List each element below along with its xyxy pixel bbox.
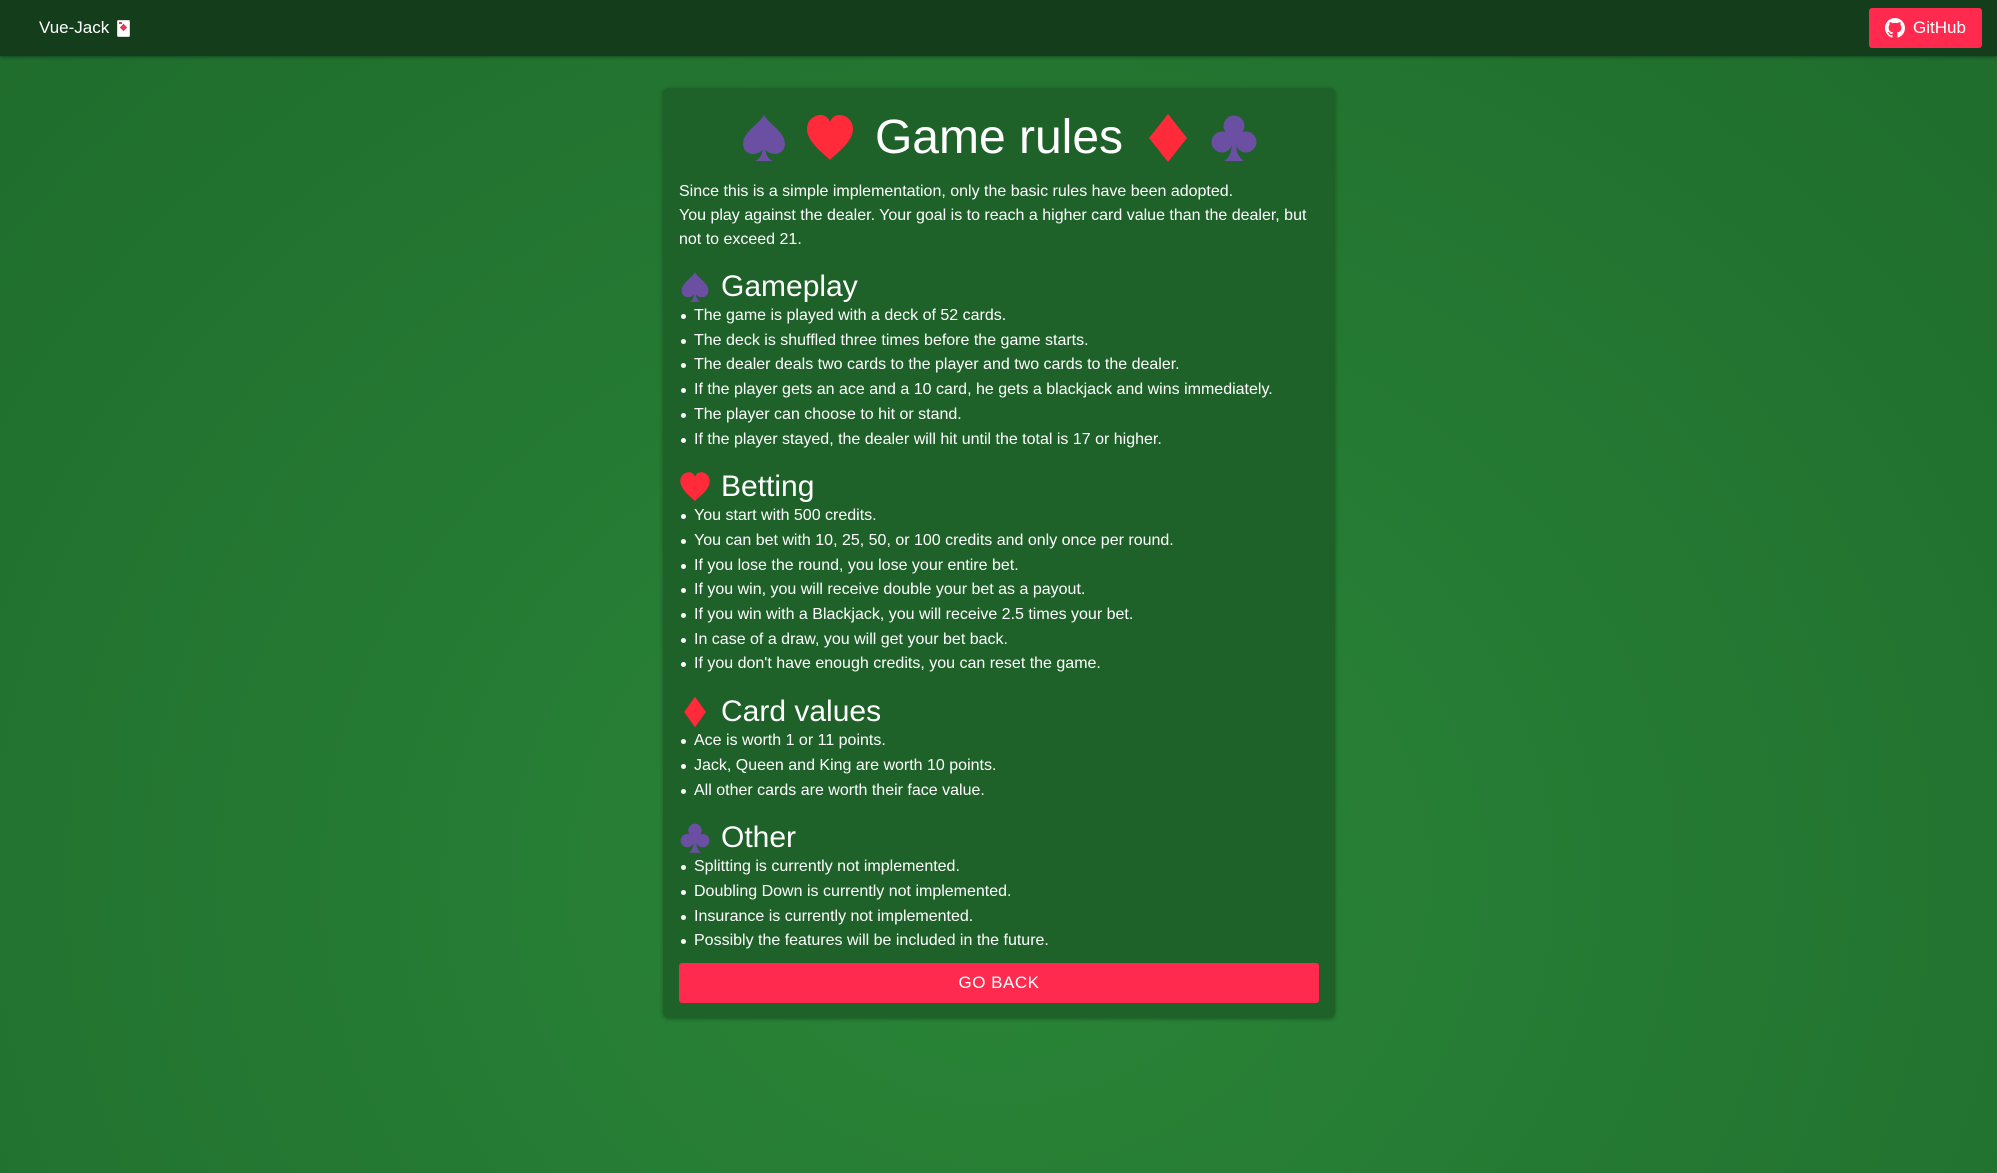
heart-icon bbox=[806, 115, 853, 160]
intro-line: Since this is a simple implementation, o… bbox=[679, 183, 1234, 200]
list-item: If you don't have enough credits, you ca… bbox=[679, 652, 1319, 677]
github-icon bbox=[1885, 18, 1906, 38]
list-item: If the player gets an ace and a 10 card,… bbox=[679, 378, 1319, 403]
list-item: If you win, you will receive double your… bbox=[679, 578, 1319, 603]
list-item: Splitting is currently not implemented. bbox=[679, 855, 1319, 880]
intro-text: Since this is a simple implementation, o… bbox=[679, 180, 1319, 252]
list-item: The game is played with a deck of 52 car… bbox=[679, 304, 1319, 329]
section-heading-betting: Betting bbox=[679, 470, 1319, 504]
rules-card: Game rules Since this is a simple implem… bbox=[663, 88, 1335, 1018]
card-values-list: Ace is worth 1 or 11 points. Jack, Queen… bbox=[679, 729, 1319, 803]
club-icon bbox=[1211, 115, 1257, 161]
list-item: Possibly the features will be included i… bbox=[679, 929, 1319, 954]
list-item: Jack, Queen and King are worth 10 points… bbox=[679, 754, 1319, 779]
spade-icon bbox=[681, 272, 709, 302]
section-title: Gameplay bbox=[721, 270, 858, 303]
gameplay-list: The game is played with a deck of 52 car… bbox=[679, 304, 1319, 452]
section-title: Other bbox=[721, 821, 797, 855]
list-item: Insurance is currently not implemented. bbox=[679, 905, 1319, 930]
brand-link[interactable]: Vue-Jack bbox=[39, 17, 131, 39]
heart-icon bbox=[680, 472, 710, 502]
other-list: Splitting is currently not implemented. … bbox=[679, 855, 1319, 954]
list-item: The player can choose to hit or stand. bbox=[679, 403, 1319, 428]
spade-icon bbox=[742, 115, 785, 161]
go-back-button[interactable]: GO BACK bbox=[679, 963, 1319, 1003]
intro-line: You play against the dealer. Your goal i… bbox=[679, 207, 1307, 248]
title-row: Game rules bbox=[679, 96, 1319, 180]
betting-list: You start with 500 credits. You can bet … bbox=[679, 504, 1319, 677]
github-label: GitHub bbox=[1913, 18, 1966, 37]
brand-name: Vue-Jack bbox=[39, 18, 110, 37]
section-title: Betting bbox=[721, 470, 815, 504]
section-heading-card-values: Card values bbox=[679, 695, 1319, 729]
top-navbar: Vue-Jack GitHub bbox=[0, 0, 1997, 56]
github-button[interactable]: GitHub bbox=[1869, 8, 1982, 48]
list-item: The deck is shuffled three times before … bbox=[679, 329, 1319, 354]
list-item: In case of a draw, you will get your bet… bbox=[679, 628, 1319, 653]
list-item: The dealer deals two cards to the player… bbox=[679, 353, 1319, 378]
playing-card-icon bbox=[117, 19, 131, 37]
list-item: All other cards are worth their face val… bbox=[679, 779, 1319, 804]
list-item: You can bet with 10, 25, 50, or 100 cred… bbox=[679, 529, 1319, 554]
list-item: Ace is worth 1 or 11 points. bbox=[679, 729, 1319, 754]
list-item: If you win with a Blackjack, you will re… bbox=[679, 603, 1319, 628]
section-heading-other: Other bbox=[679, 821, 1319, 855]
list-item: If the player stayed, the dealer will hi… bbox=[679, 428, 1319, 453]
page-title: Game rules bbox=[874, 111, 1124, 164]
section-heading-gameplay: Gameplay bbox=[679, 270, 1319, 304]
list-item: You start with 500 credits. bbox=[679, 504, 1319, 529]
club-icon bbox=[680, 823, 710, 853]
diamond-icon bbox=[684, 696, 706, 728]
list-item: If you lose the round, you lose your ent… bbox=[679, 554, 1319, 579]
diamond-icon bbox=[1149, 114, 1188, 162]
list-item: Doubling Down is currently not implement… bbox=[679, 880, 1319, 905]
section-title: Card values bbox=[721, 695, 882, 729]
